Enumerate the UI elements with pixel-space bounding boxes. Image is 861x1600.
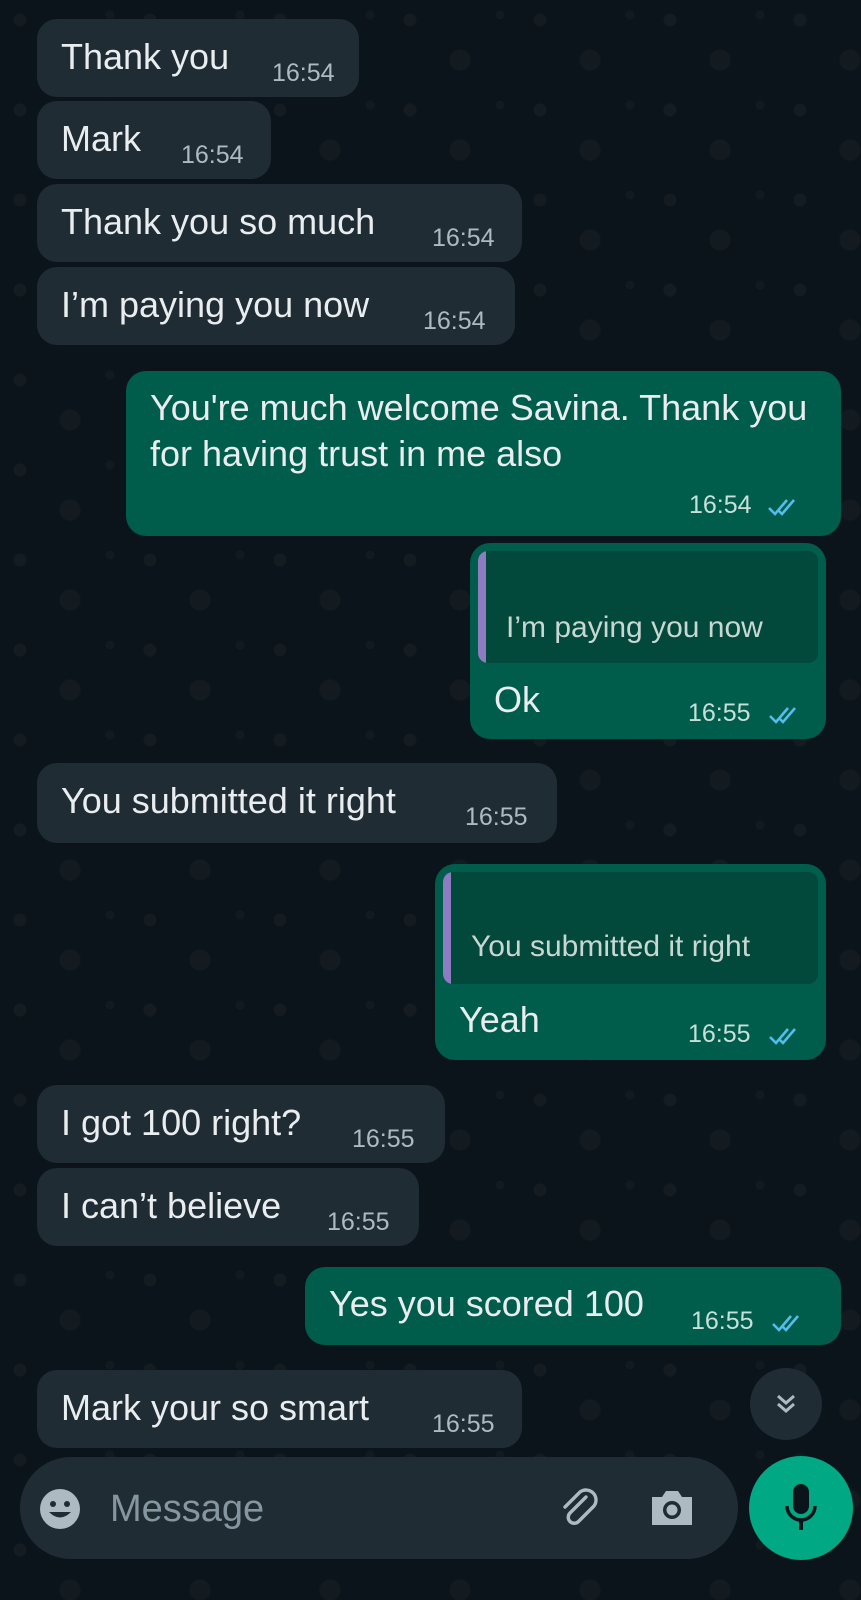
- message-time: 16:55: [352, 1125, 415, 1153]
- message-text: Thank you so much: [61, 201, 376, 242]
- read-ticks-icon: [772, 1315, 799, 1332]
- message-time: 16:54: [423, 307, 486, 335]
- quoted-text: You submitted it right: [471, 930, 751, 963]
- message-bubble-incoming[interactable]: I got 100 right? 16:55: [37, 1085, 445, 1163]
- chat-screen: Thank you 16:54 Mark 16:54 Thank you so …: [0, 0, 861, 1600]
- quote-accent-bar: [443, 872, 451, 984]
- message-bubble-incoming[interactable]: Mark your so smart 16:55: [37, 1370, 522, 1448]
- camera-icon[interactable]: [648, 1487, 696, 1529]
- message-text: Ok: [494, 679, 541, 720]
- quoted-message[interactable]: You submitted it right: [443, 872, 818, 984]
- scroll-to-bottom-button[interactable]: [750, 1368, 822, 1440]
- quoted-message[interactable]: I’m paying you now: [478, 551, 818, 663]
- message-time: 16:54: [272, 59, 335, 87]
- message-time: 16:55: [327, 1208, 390, 1236]
- read-ticks-icon: [769, 707, 796, 724]
- message-bubble-incoming[interactable]: I can’t believe 16:55: [37, 1168, 419, 1246]
- message-bubble-incoming[interactable]: Thank you so much 16:54: [37, 184, 522, 262]
- read-ticks-icon: [769, 1028, 796, 1045]
- message-time: 16:55: [432, 1410, 495, 1438]
- message-time: 16:54: [689, 491, 752, 519]
- message-text: I can’t believe: [61, 1185, 282, 1226]
- read-ticks-icon: [768, 499, 795, 516]
- message-bubble-incoming[interactable]: Thank you 16:54: [37, 19, 359, 97]
- message-input[interactable]: [108, 1479, 552, 1539]
- message-bubble-incoming[interactable]: I’m paying you now 16:54: [37, 267, 515, 345]
- message-time: 16:55: [688, 1020, 751, 1048]
- message-text: You submitted it right: [61, 780, 396, 821]
- message-bubble-outgoing[interactable]: You're much welcome Savina. Thank you fo…: [126, 371, 841, 536]
- voice-message-button[interactable]: [749, 1456, 853, 1560]
- emoji-icon[interactable]: [38, 1487, 82, 1531]
- microphone-icon: [785, 1484, 817, 1530]
- double-chevron-down-icon: [777, 1394, 795, 1413]
- message-text: Yes you scored 100: [329, 1283, 644, 1324]
- message-text: Mark your so smart: [61, 1387, 370, 1428]
- message-time: 16:55: [465, 803, 528, 831]
- message-bubble-incoming[interactable]: You submitted it right 16:55: [37, 763, 557, 843]
- message-text: Thank you: [61, 36, 230, 77]
- quote-accent-bar: [478, 551, 486, 663]
- message-bubble-outgoing[interactable]: I’m paying you now Ok 16:55: [470, 543, 826, 739]
- message-bubble-outgoing[interactable]: You submitted it right Yeah 16:55: [435, 864, 826, 1060]
- message-bubble-incoming[interactable]: Mark 16:54: [37, 101, 271, 179]
- message-text: I got 100 right?: [61, 1102, 302, 1143]
- message-text: You're much welcome Savina. Thank you fo…: [150, 387, 808, 474]
- paperclip-icon[interactable]: [556, 1485, 604, 1533]
- message-time: 16:54: [432, 224, 495, 252]
- message-text: I’m paying you now: [61, 284, 370, 325]
- message-composer: [20, 1457, 738, 1559]
- message-text: Yeah: [459, 999, 540, 1040]
- quoted-text: I’m paying you now: [506, 611, 763, 644]
- message-bubble-outgoing[interactable]: Yes you scored 100 16:55: [305, 1267, 841, 1345]
- message-text: Mark: [61, 118, 141, 159]
- message-time: 16:54: [181, 141, 244, 169]
- message-time: 16:55: [688, 699, 751, 727]
- message-time: 16:55: [691, 1307, 754, 1335]
